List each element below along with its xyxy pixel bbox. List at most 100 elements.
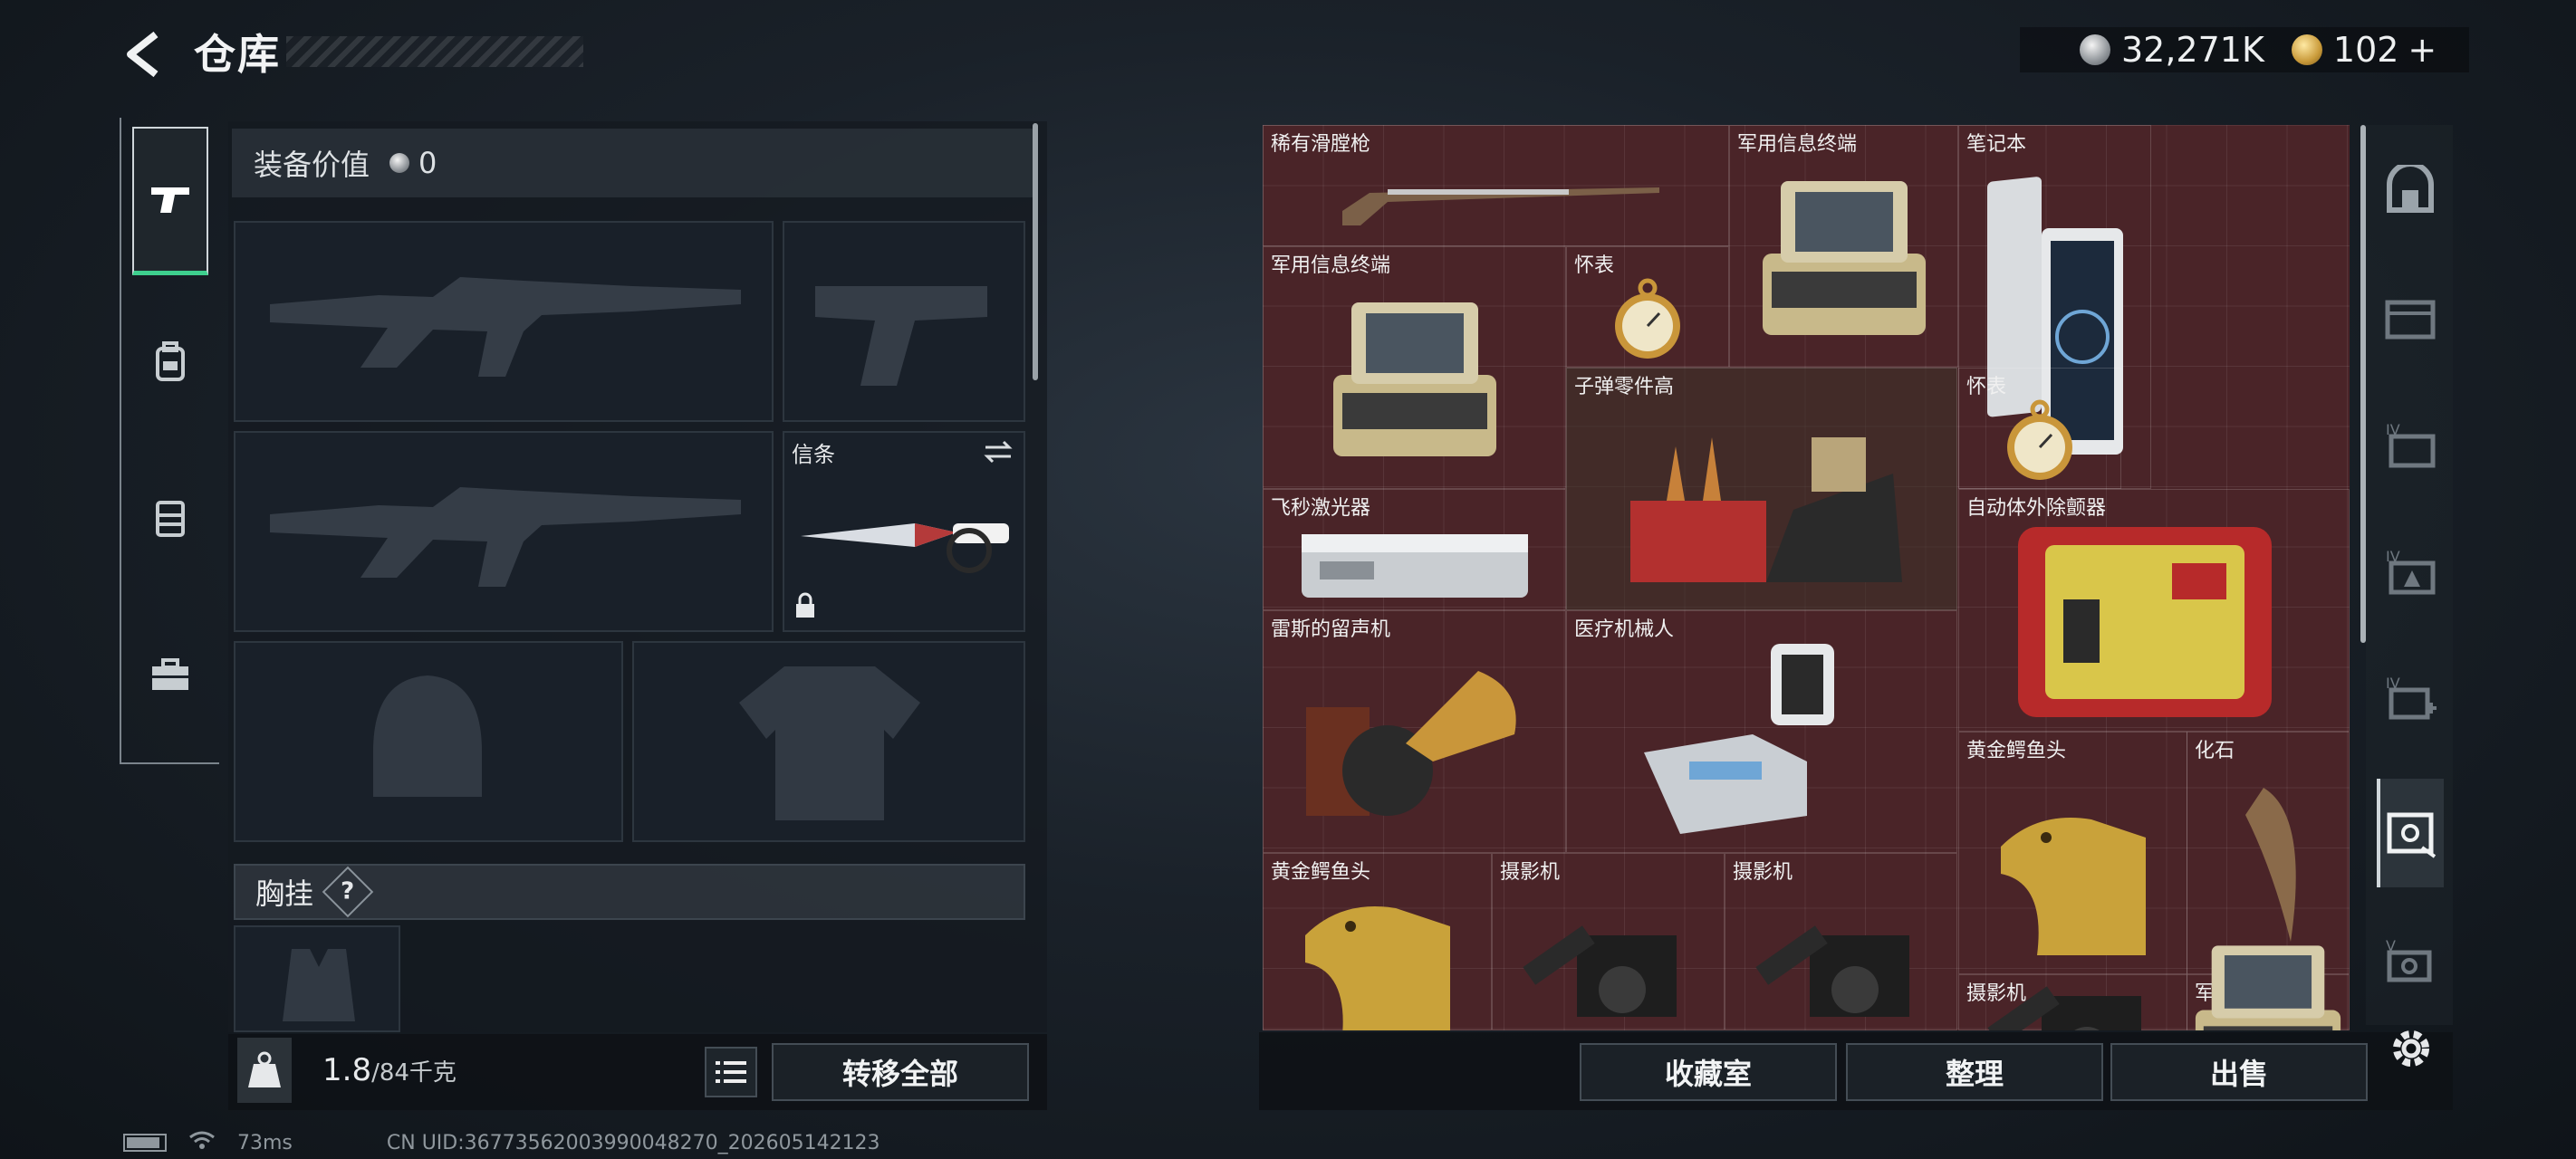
pistol-icon (151, 187, 189, 213)
add-currency-button[interactable]: + (2408, 30, 2437, 70)
watch-icon (1959, 392, 2120, 488)
carry-weight: 1.8/84千克 (322, 1052, 457, 1088)
back-button[interactable] (118, 27, 172, 81)
pistol-silhouette-icon (815, 286, 987, 386)
ping-text: 73ms (237, 1131, 293, 1154)
stash-item-camera[interactable]: 摄影机 (1958, 974, 2187, 1030)
transfer-all-button[interactable]: 转移全部 (772, 1043, 1029, 1101)
stash-item-robot[interactable]: 医疗机械人 (1566, 610, 1957, 853)
crate-iv-icon: IV (2386, 421, 2436, 468)
primary-weapon-slot[interactable] (234, 221, 774, 422)
laser-icon (1264, 513, 1565, 609)
equipment-value-row: 装备价值 0 (232, 129, 1036, 197)
rifle-silhouette-icon (270, 487, 741, 587)
rifle-silhouette-icon (270, 277, 741, 377)
equipment-value-label: 装备价值 (254, 148, 370, 182)
secondary-weapon-slot[interactable] (234, 431, 774, 632)
equipment-scrollbar[interactable] (1033, 123, 1038, 380)
page-title: 仓库 (194, 30, 281, 79)
equipment-value-amount: 0 (418, 146, 437, 180)
valuables-icon (2387, 812, 2437, 858)
stash-item-croc[interactable]: 黄金鳄鱼头 (1263, 853, 1492, 1030)
collection-button[interactable]: 收藏室 (1580, 1043, 1837, 1101)
tab-toolbox[interactable] (132, 601, 208, 750)
crate-medical-icon: IV (2386, 675, 2437, 720)
helmet-slot[interactable] (234, 641, 623, 842)
terminal-icon (1264, 271, 1565, 488)
sell-button[interactable]: 出售 (2110, 1043, 2368, 1101)
watch-icon (1567, 271, 1728, 367)
stash-item-parts[interactable]: 子弹零件高 (1566, 368, 1957, 610)
kg-weight-icon (237, 1038, 292, 1103)
stash-item-terminal[interactable]: 军用信息终端 (1263, 246, 1566, 489)
tab-backpack[interactable] (132, 288, 208, 436)
tab-vest[interactable] (132, 444, 208, 592)
stash-item-aed[interactable]: 自动体外除颤器 (1958, 489, 2350, 732)
crate-warning-icon: IV (2386, 548, 2436, 595)
gold-amount: 102 (2332, 30, 2399, 70)
silver-coin-icon (389, 153, 410, 173)
uid-text: CN UID:367735620039900482​70_20260514212… (386, 1131, 880, 1154)
list-view-button[interactable] (705, 1047, 757, 1097)
category-valuables-v[interactable]: V (2377, 905, 2444, 1014)
silver-amount: 32,271K (2121, 30, 2264, 70)
vest-silhouette-icon (283, 949, 355, 1021)
help-button[interactable]: ? (322, 866, 374, 918)
tab-weapons[interactable] (132, 127, 208, 275)
settings-button[interactable] (2386, 1023, 2437, 1074)
stash-item-watch[interactable]: 怀表 (1958, 368, 2121, 489)
vault-icon (2387, 165, 2434, 213)
chest-rig-slot[interactable] (234, 925, 400, 1032)
stash-item-musket[interactable]: 稀有滑膛枪 (1263, 125, 1729, 246)
aed-icon (1959, 513, 2349, 731)
stash-item-laser[interactable]: 飞秒激光器 (1263, 489, 1566, 610)
list-icon (716, 1061, 746, 1083)
terminal-icon (1730, 149, 1957, 367)
armor-slot[interactable] (632, 641, 1025, 842)
camera-icon (1493, 877, 1724, 1030)
organize-button[interactable]: 整理 (1846, 1043, 2103, 1101)
croc-icon (1264, 877, 1491, 1030)
category-stash-iv-medical[interactable]: IV (2377, 643, 2444, 752)
gold-coin-icon (2291, 34, 2322, 65)
parts-icon (1567, 392, 1956, 609)
category-stash-iv-b[interactable]: IV (2377, 516, 2444, 625)
robot-icon (1567, 635, 1956, 852)
stash-item-watch[interactable]: 怀表 (1566, 246, 1729, 368)
title-decoration (286, 36, 583, 67)
weight-max: /84千克 (371, 1059, 457, 1087)
gear-icon (2393, 1030, 2429, 1067)
stash-item-camera[interactable]: 摄影机 (1492, 853, 1725, 1030)
weight-current: 1.8 (322, 1052, 372, 1088)
status-bar: 73ms CN UID:367735620039900482​70_202605… (123, 1130, 880, 1155)
category-valuables[interactable] (2377, 779, 2444, 887)
silver-coin-icon (2080, 34, 2110, 65)
chest-rig-header: 胸挂 ? (234, 864, 1025, 920)
armor-silhouette-icon (739, 666, 920, 820)
stash-item-terminal[interactable]: 军用信息终端 (1729, 125, 1958, 368)
category-stash-iv[interactable]: IV (2377, 389, 2444, 498)
croc-icon (1959, 756, 2187, 973)
melee-slot[interactable]: 信条 (783, 431, 1025, 632)
sidearm-slot[interactable] (783, 221, 1025, 422)
toolbox-icon (152, 658, 188, 690)
gramophone-icon (1264, 635, 1565, 852)
backpack-icon (156, 341, 185, 381)
swap-icon[interactable] (982, 438, 1014, 469)
camera-icon (1959, 986, 2187, 1030)
stash-item-gramophone[interactable]: 雷斯的留声机 (1263, 610, 1566, 853)
help-icon: ? (341, 878, 355, 905)
category-stash-1[interactable] (2377, 263, 2444, 371)
melee-slot-label: 信条 (792, 442, 835, 467)
stash-item-croc[interactable]: 黄金鳄鱼头 (1958, 732, 2187, 974)
lock-icon (793, 592, 817, 623)
stash-item-camera[interactable]: 摄影机 (1725, 853, 1957, 1030)
vest-icon (156, 501, 185, 537)
category-all[interactable] (2377, 136, 2444, 244)
crate-icon (2385, 300, 2436, 340)
helmet-silhouette-icon (373, 675, 482, 797)
musket-icon (1264, 149, 1728, 245)
stash-item-terminal[interactable]: 军用终端 (2187, 945, 2350, 1030)
battery-icon (123, 1134, 167, 1152)
terminal-icon (2187, 945, 2349, 1030)
